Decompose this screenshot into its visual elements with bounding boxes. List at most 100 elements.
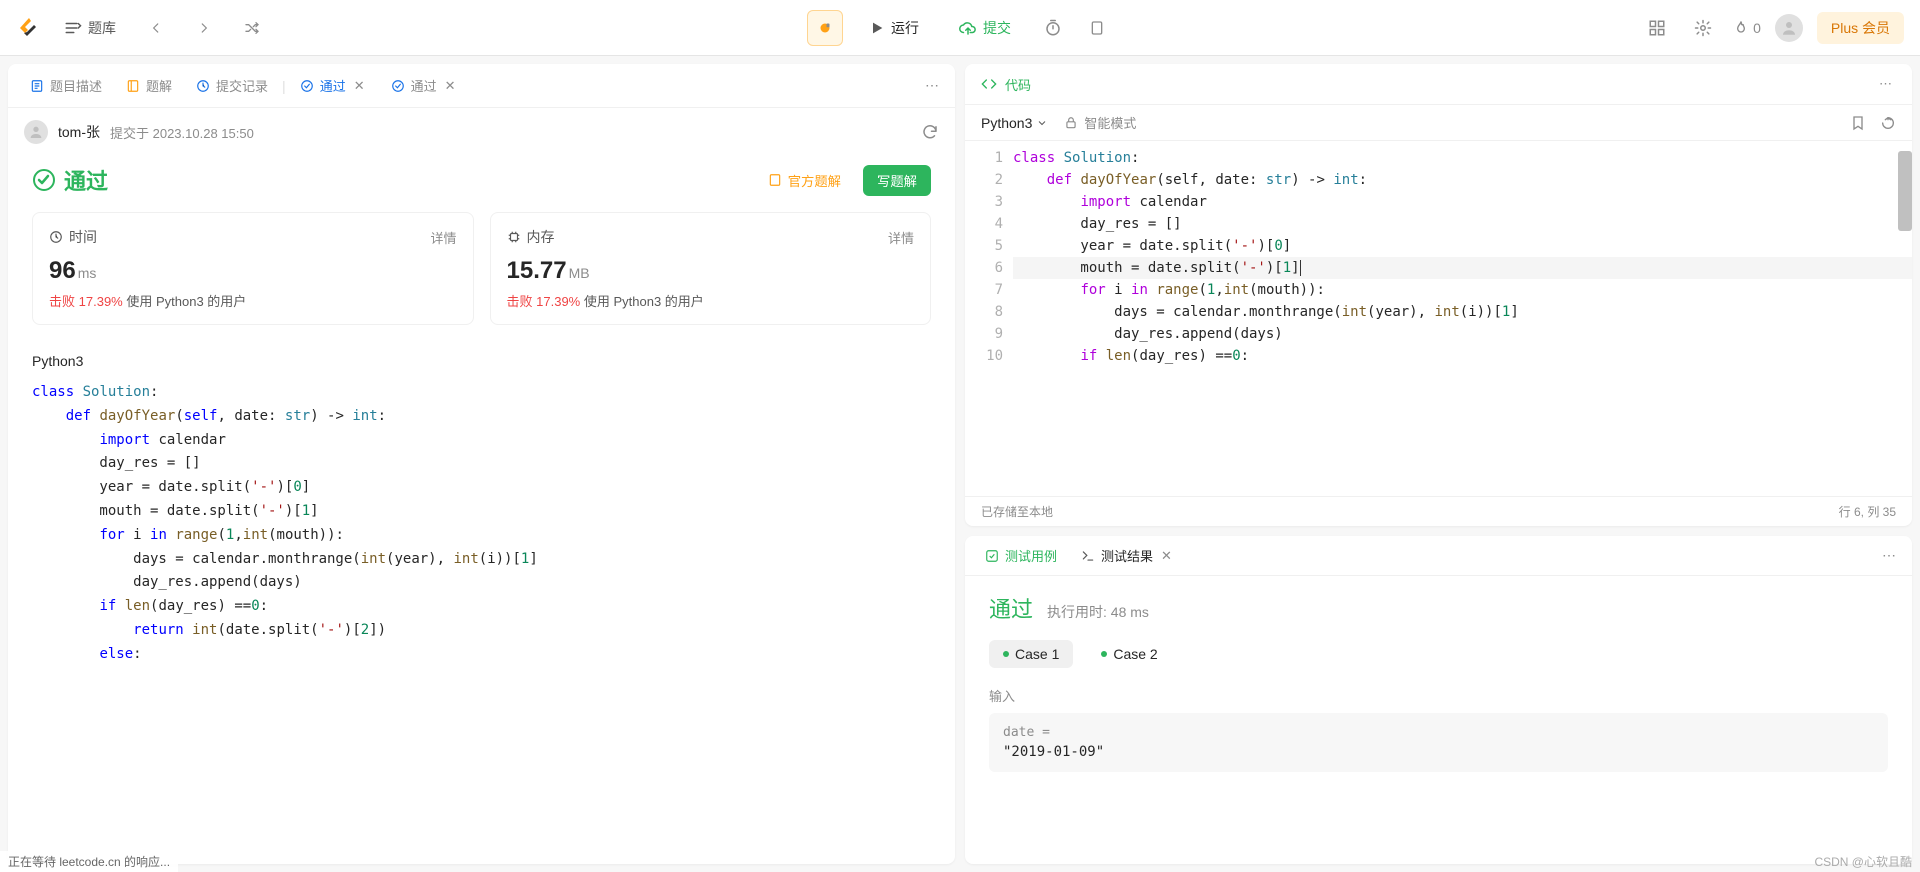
user-avatar[interactable] xyxy=(1775,14,1803,42)
write-solution-button[interactable]: 写题解 xyxy=(863,165,931,196)
memory-unit: MB xyxy=(569,265,590,281)
tab-description[interactable]: 题目描述 xyxy=(20,64,112,107)
run-button[interactable]: 运行 xyxy=(855,12,933,44)
memory-detail-link[interactable]: 详情 xyxy=(888,228,914,247)
tab-submissions[interactable]: 提交记录 xyxy=(186,64,278,107)
case-tabs: Case 1 Case 2 xyxy=(989,640,1888,668)
close-icon[interactable]: ✕ xyxy=(443,76,458,96)
problem-list-label: 题库 xyxy=(88,18,116,38)
test-body: 通过 执行用时: 48 ms Case 1 Case 2 输入 date = "… xyxy=(965,576,1912,864)
test-more-button[interactable]: ⋯ xyxy=(1878,543,1900,568)
memory-label: 内存 xyxy=(527,227,555,247)
refresh-button[interactable] xyxy=(921,123,939,141)
submit-button[interactable]: 提交 xyxy=(945,12,1025,44)
book-icon xyxy=(768,173,782,187)
left-panel: 题目描述 题解 提交记录 | 通过 ✕ 通过 ✕ ⋯ xyxy=(8,64,955,864)
code-lang-label: Python3 xyxy=(32,353,931,369)
time-detail-link[interactable]: 详情 xyxy=(430,228,456,247)
input-value: "2019-01-09" xyxy=(1003,744,1874,760)
check-square-icon xyxy=(985,549,999,563)
run-label: 运行 xyxy=(891,18,919,38)
topbar-right: 0 Plus 会员 xyxy=(1641,12,1904,44)
play-icon xyxy=(869,20,885,36)
input-var-name: date = xyxy=(1003,725,1874,740)
terminal-icon xyxy=(1081,549,1095,563)
clock-icon xyxy=(49,230,63,244)
close-icon[interactable]: ✕ xyxy=(352,76,367,96)
tab-pass-1[interactable]: 通过 ✕ xyxy=(290,64,377,107)
watermark: CSDN @心软且酷 xyxy=(1814,853,1912,870)
submit-label: 提交 xyxy=(983,18,1011,38)
fire-icon xyxy=(1733,19,1749,37)
tab-editorial[interactable]: 题解 xyxy=(116,64,182,107)
code-icon xyxy=(981,76,997,92)
code-toolbar: Python3 智能模式 xyxy=(965,105,1912,141)
submitted-code: Python3 class Solution: def dayOfYear(se… xyxy=(8,341,955,864)
status-pass: 通过 xyxy=(32,164,108,196)
pass-dot-icon xyxy=(1003,651,1009,657)
next-button[interactable] xyxy=(188,12,220,44)
problem-list-button[interactable]: 题库 xyxy=(56,14,124,42)
cloud-upload-icon xyxy=(959,19,977,37)
saved-status: 已存储至本地 xyxy=(981,503,1053,520)
code-more-button[interactable]: ⋯ xyxy=(1875,72,1896,96)
close-icon[interactable]: ✕ xyxy=(1159,546,1174,566)
test-tabs: 测试用例 测试结果 ✕ ⋯ xyxy=(965,536,1912,576)
fire-count-value: 0 xyxy=(1753,20,1761,36)
time-card: 时间 详情 96ms 击败 17.39% 使用 Python3 的用户 xyxy=(32,212,474,325)
editor-scrollbar[interactable] xyxy=(1898,151,1912,231)
check-circle-icon xyxy=(32,168,56,192)
leetcode-logo-icon[interactable] xyxy=(16,16,40,40)
browser-statusbar: 正在等待 leetcode.cn 的响应... xyxy=(0,851,178,872)
topbar: 题库 运行 提交 0 Plus 会员 xyxy=(0,0,1920,56)
chevron-down-icon xyxy=(1036,117,1048,129)
avatar-icon xyxy=(1780,19,1798,37)
topbar-center: 运行 提交 xyxy=(807,10,1113,46)
editor-content[interactable]: class Solution: def dayOfYear(self, date… xyxy=(1013,141,1912,496)
time-value: 96 xyxy=(49,257,76,284)
reset-icon[interactable] xyxy=(1880,115,1896,131)
note-button[interactable] xyxy=(1081,12,1113,44)
more-button[interactable]: ⋯ xyxy=(921,73,943,98)
official-solution-button[interactable]: 官方题解 xyxy=(756,165,853,196)
right-column: 代码 ⋯ Python3 智能模式 xyxy=(965,64,1912,864)
memory-value: 15.77 xyxy=(507,257,567,284)
smart-mode[interactable]: 智能模式 xyxy=(1064,113,1136,132)
submission-header: tom-张 提交于 2023.10.28 15:50 xyxy=(8,108,955,156)
code-footer: 已存储至本地 行 6, 列 35 xyxy=(965,496,1912,526)
debug-button[interactable] xyxy=(807,10,843,46)
bookmark-icon[interactable] xyxy=(1850,115,1866,131)
shuffle-button[interactable] xyxy=(236,12,268,44)
pass-dot-icon xyxy=(1101,651,1107,657)
input-box: date = "2019-01-09" xyxy=(989,713,1888,772)
editor-gutter: 12345678910 xyxy=(965,141,1013,496)
cursor-position: 行 6, 列 35 xyxy=(1839,503,1896,520)
code-panel: 代码 ⋯ Python3 智能模式 xyxy=(965,64,1912,526)
timer-button[interactable] xyxy=(1037,12,1069,44)
input-label: 输入 xyxy=(989,686,1888,705)
test-result-tab[interactable]: 测试结果 ✕ xyxy=(1073,546,1182,566)
case-1-tab[interactable]: Case 1 xyxy=(989,640,1073,668)
settings-button[interactable] xyxy=(1687,12,1719,44)
plus-badge[interactable]: Plus 会员 xyxy=(1817,12,1904,44)
submitter-avatar[interactable] xyxy=(24,120,48,144)
chip-icon xyxy=(507,230,521,244)
main: 题目描述 题解 提交记录 | 通过 ✕ 通过 ✕ ⋯ xyxy=(0,56,1920,872)
time-unit: ms xyxy=(78,265,97,281)
test-status: 通过 xyxy=(989,592,1033,624)
status-row: 通过 官方题解 写题解 xyxy=(8,156,955,212)
case-2-tab[interactable]: Case 2 xyxy=(1087,640,1171,668)
test-panel: 测试用例 测试结果 ✕ ⋯ 通过 执行用时: 48 ms Case 1 Case… xyxy=(965,536,1912,864)
language-select[interactable]: Python3 xyxy=(981,115,1048,131)
code-header: 代码 ⋯ xyxy=(965,64,1912,105)
prev-button[interactable] xyxy=(140,12,172,44)
layout-button[interactable] xyxy=(1641,12,1673,44)
left-tabs: 题目描述 题解 提交记录 | 通过 ✕ 通过 ✕ ⋯ xyxy=(8,64,955,108)
code-block: class Solution: def dayOfYear(self, date… xyxy=(32,381,931,667)
test-runtime: 执行用时: 48 ms xyxy=(1047,602,1149,622)
code-editor[interactable]: 12345678910 class Solution: def dayOfYea… xyxy=(965,141,1912,496)
testcase-tab[interactable]: 测试用例 xyxy=(977,546,1065,565)
memory-card: 内存 详情 15.77MB 击败 17.39% 使用 Python3 的用户 xyxy=(490,212,932,325)
fire-count[interactable]: 0 xyxy=(1733,19,1761,37)
tab-pass-2[interactable]: 通过 ✕ xyxy=(381,64,468,107)
